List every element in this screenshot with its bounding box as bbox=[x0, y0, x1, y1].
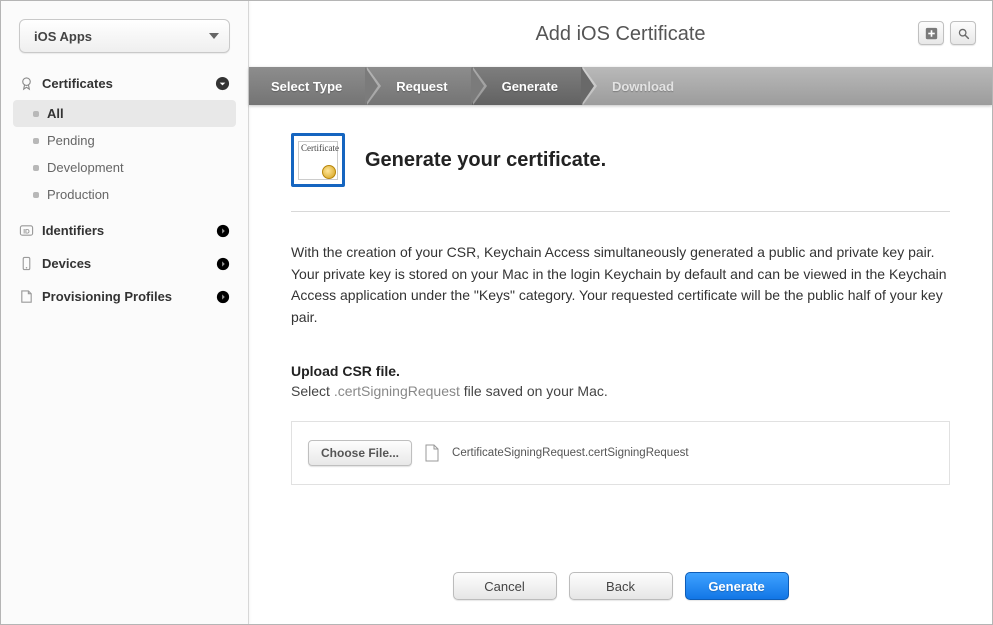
sidebar-item-certificates[interactable]: Certificates bbox=[1, 67, 248, 100]
back-button[interactable]: Back bbox=[569, 572, 673, 600]
identifiers-icon: ID bbox=[19, 223, 34, 238]
sidebar-item-label: Development bbox=[47, 160, 124, 175]
sidebar-item-label: Production bbox=[47, 187, 109, 202]
sidebar-item-production[interactable]: Production bbox=[13, 181, 236, 208]
page-title: Add iOS Certificate bbox=[535, 23, 705, 46]
search-button[interactable] bbox=[950, 21, 976, 45]
header-toolbar bbox=[918, 21, 976, 45]
sidebar-item-devices[interactable]: Devices bbox=[1, 247, 248, 280]
step-label: Request bbox=[396, 79, 447, 94]
sidebar-item-label: Identifiers bbox=[42, 223, 104, 238]
sidebar-item-label: Pending bbox=[47, 133, 95, 148]
upload-hint: Select .certSigningRequest file saved on… bbox=[291, 383, 950, 399]
step-label: Generate bbox=[502, 79, 558, 94]
sidebar-item-label: Certificates bbox=[42, 76, 113, 91]
expanded-indicator-icon bbox=[215, 76, 230, 91]
chevron-right-icon bbox=[216, 257, 230, 271]
sidebar-item-identifiers[interactable]: ID Identifiers bbox=[1, 214, 248, 247]
chevron-right-icon bbox=[216, 224, 230, 238]
chevron-right-icon bbox=[216, 290, 230, 304]
certificates-children: All Pending Development Production bbox=[13, 100, 236, 208]
svg-text:ID: ID bbox=[23, 228, 30, 235]
sidebar-nav: Certificates All Pending Deve bbox=[1, 67, 248, 313]
step-request[interactable]: Request bbox=[366, 67, 471, 105]
content: Certificate Generate your certificate. W… bbox=[249, 105, 992, 542]
certificate-icon: Certificate bbox=[291, 133, 345, 187]
sidebar-item-pending[interactable]: Pending bbox=[13, 127, 236, 154]
plus-icon bbox=[925, 27, 938, 40]
sidebar-item-label: All bbox=[47, 106, 64, 121]
step-download: Download bbox=[582, 67, 698, 105]
platform-label: iOS Apps bbox=[34, 29, 92, 44]
step-select-type[interactable]: Select Type bbox=[249, 67, 366, 105]
section-title: Generate your certificate. bbox=[365, 149, 606, 172]
generate-button[interactable]: Generate bbox=[685, 572, 789, 600]
step-generate[interactable]: Generate bbox=[472, 67, 582, 105]
bullet-icon bbox=[33, 138, 39, 144]
header: Add iOS Certificate bbox=[249, 1, 992, 67]
upload-hint-suffix: file saved on your Mac. bbox=[460, 383, 608, 399]
bullet-icon bbox=[33, 111, 39, 117]
bullet-icon bbox=[33, 192, 39, 198]
bullet-icon bbox=[33, 165, 39, 171]
file-upload-box: Choose File... CertificateSigningRequest… bbox=[291, 421, 950, 485]
certificates-icon bbox=[19, 76, 34, 91]
sidebar-item-development[interactable]: Development bbox=[13, 154, 236, 181]
sidebar-item-all[interactable]: All bbox=[13, 100, 236, 127]
add-button[interactable] bbox=[918, 21, 944, 45]
upload-hint-prefix: Select bbox=[291, 383, 334, 399]
platform-dropdown[interactable]: iOS Apps bbox=[19, 19, 230, 53]
file-icon bbox=[424, 444, 440, 462]
provisioning-icon bbox=[19, 289, 34, 304]
upload-hint-ext: .certSigningRequest bbox=[334, 383, 460, 399]
devices-icon bbox=[19, 256, 34, 271]
search-icon bbox=[957, 27, 970, 40]
sidebar: iOS Apps Certificates bbox=[1, 1, 249, 624]
choose-file-button[interactable]: Choose File... bbox=[308, 440, 412, 466]
step-label: Download bbox=[612, 79, 674, 94]
upload-heading: Upload CSR file. bbox=[291, 363, 950, 379]
step-label: Select Type bbox=[271, 79, 342, 94]
wizard-stepper: Select Type Request Generate Download bbox=[249, 67, 992, 105]
chevron-down-icon bbox=[209, 33, 219, 39]
section-header: Certificate Generate your certificate. bbox=[291, 133, 950, 212]
cancel-button[interactable]: Cancel bbox=[453, 572, 557, 600]
sidebar-item-label: Devices bbox=[42, 256, 91, 271]
selected-file-name: CertificateSigningRequest.certSigningReq… bbox=[452, 447, 689, 459]
footer-actions: Cancel Back Generate bbox=[249, 542, 992, 624]
main: Add iOS Certificate bbox=[249, 1, 992, 624]
sidebar-item-label: Provisioning Profiles bbox=[42, 289, 172, 304]
sidebar-item-provisioning[interactable]: Provisioning Profiles bbox=[1, 280, 248, 313]
description-text: With the creation of your CSR, Keychain … bbox=[291, 242, 950, 329]
